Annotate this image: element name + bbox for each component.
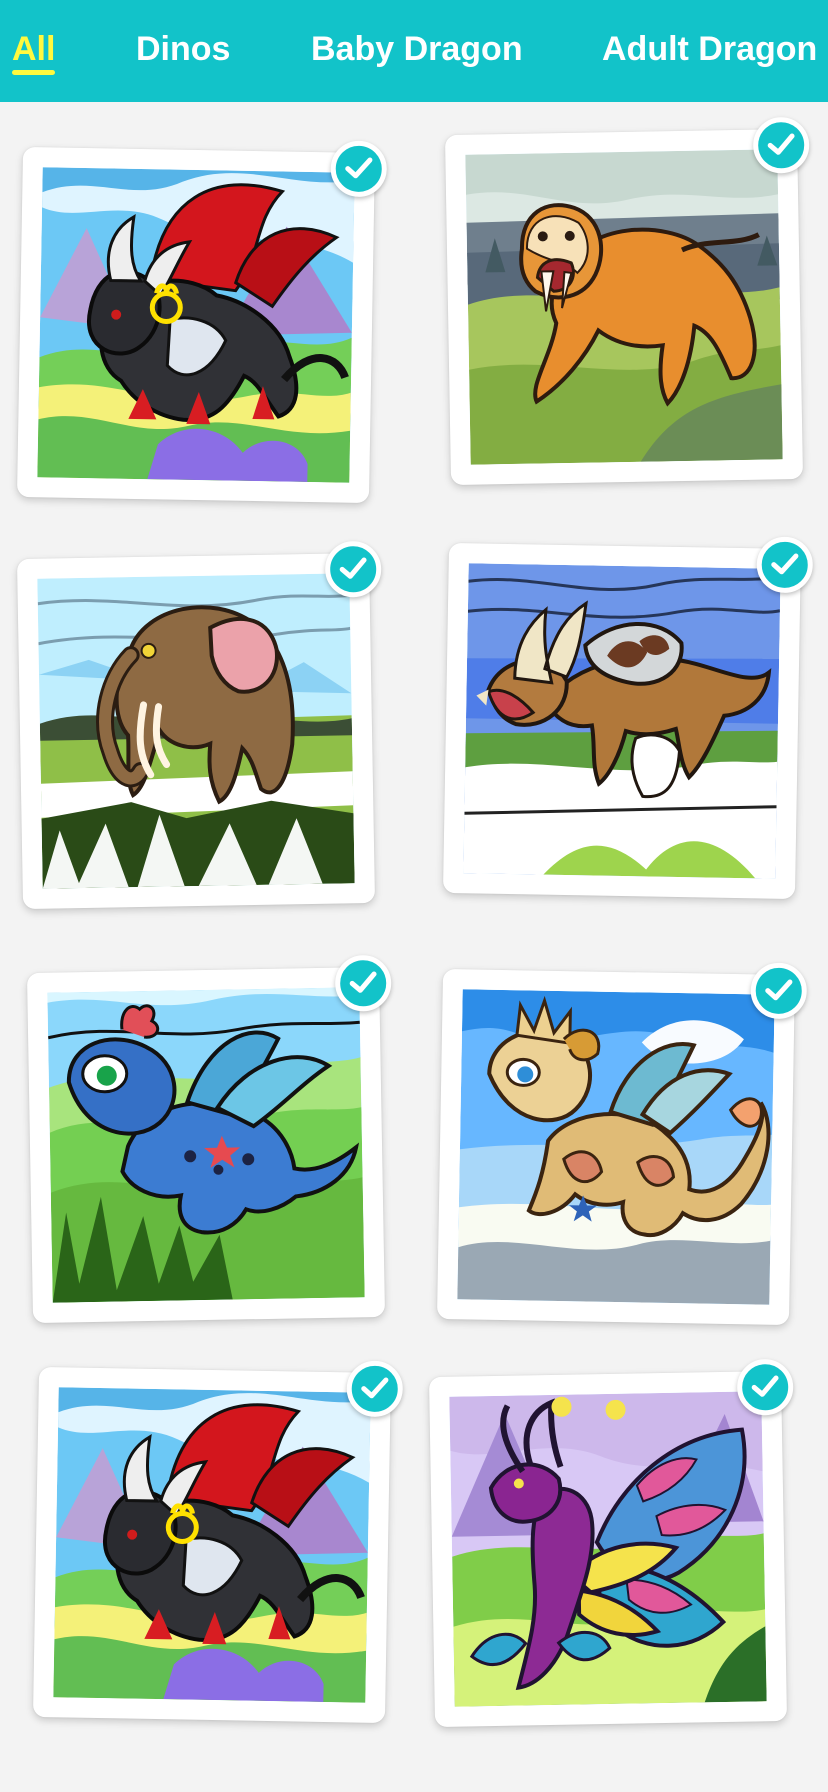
completed-check-badge bbox=[756, 536, 814, 594]
completed-check-badge bbox=[736, 1358, 794, 1416]
gallery-card-black-dragon[interactable] bbox=[16, 140, 388, 504]
artwork-woolly-mammoth bbox=[37, 573, 355, 889]
gallery-card-mammoth[interactable] bbox=[16, 540, 382, 910]
checkmark-icon bbox=[339, 557, 367, 579]
checkmark-icon bbox=[345, 157, 373, 179]
tab-all-label: All bbox=[12, 30, 56, 68]
completed-check-badge bbox=[324, 540, 382, 598]
artwork-black-winged-dragon bbox=[37, 167, 355, 483]
artwork-golden-baby-dragon bbox=[457, 989, 775, 1305]
tab-adult-dragon-label: Adult Dragon bbox=[602, 30, 818, 68]
selected-tab-indicator bbox=[12, 70, 56, 75]
tab-dinos-label: Dinos bbox=[136, 30, 231, 68]
coloring-gallery-screen: All Dinos Baby Dragon Adult Dragon bbox=[0, 0, 828, 1792]
gallery-card-triceratops[interactable] bbox=[442, 536, 814, 900]
gallery-card-butterfly-dragon[interactable] bbox=[428, 1358, 794, 1728]
artwork-black-winged-dragon bbox=[53, 1387, 371, 1703]
checkmark-icon bbox=[767, 133, 795, 155]
completed-check-badge bbox=[330, 140, 388, 198]
artwork-sabre-toothed-cat bbox=[465, 149, 783, 465]
artwork-blue-baby-dragon bbox=[47, 987, 365, 1303]
tab-baby-dragon[interactable]: Baby Dragon bbox=[311, 26, 523, 74]
completed-check-badge bbox=[346, 1360, 404, 1418]
completed-check-badge bbox=[752, 116, 810, 174]
tab-baby-dragon-label: Baby Dragon bbox=[311, 30, 523, 68]
checkmark-icon bbox=[751, 1375, 779, 1397]
tab-adult-dragon[interactable]: Adult Dragon bbox=[602, 26, 817, 74]
checkmark-icon bbox=[771, 553, 799, 575]
gallery-card-sabre-tooth[interactable] bbox=[444, 116, 810, 486]
completed-check-badge bbox=[750, 962, 808, 1020]
checkmark-icon bbox=[765, 979, 793, 1001]
gallery-card-blue-baby-dragon[interactable] bbox=[26, 954, 392, 1324]
checkmark-icon bbox=[361, 1377, 389, 1399]
category-tab-bar: All Dinos Baby Dragon Adult Dragon bbox=[0, 0, 828, 102]
artwork-butterfly-winged-dragon bbox=[449, 1391, 767, 1707]
tab-all[interactable]: All bbox=[12, 26, 56, 75]
gallery-card-golden-baby-dragon[interactable] bbox=[436, 962, 808, 1326]
checkmark-icon bbox=[349, 971, 377, 993]
tab-dinos[interactable]: Dinos bbox=[136, 26, 230, 74]
completed-check-badge bbox=[334, 954, 392, 1012]
gallery-card-black-dragon-repeat[interactable] bbox=[32, 1360, 404, 1724]
artwork-triceratops bbox=[463, 563, 781, 879]
